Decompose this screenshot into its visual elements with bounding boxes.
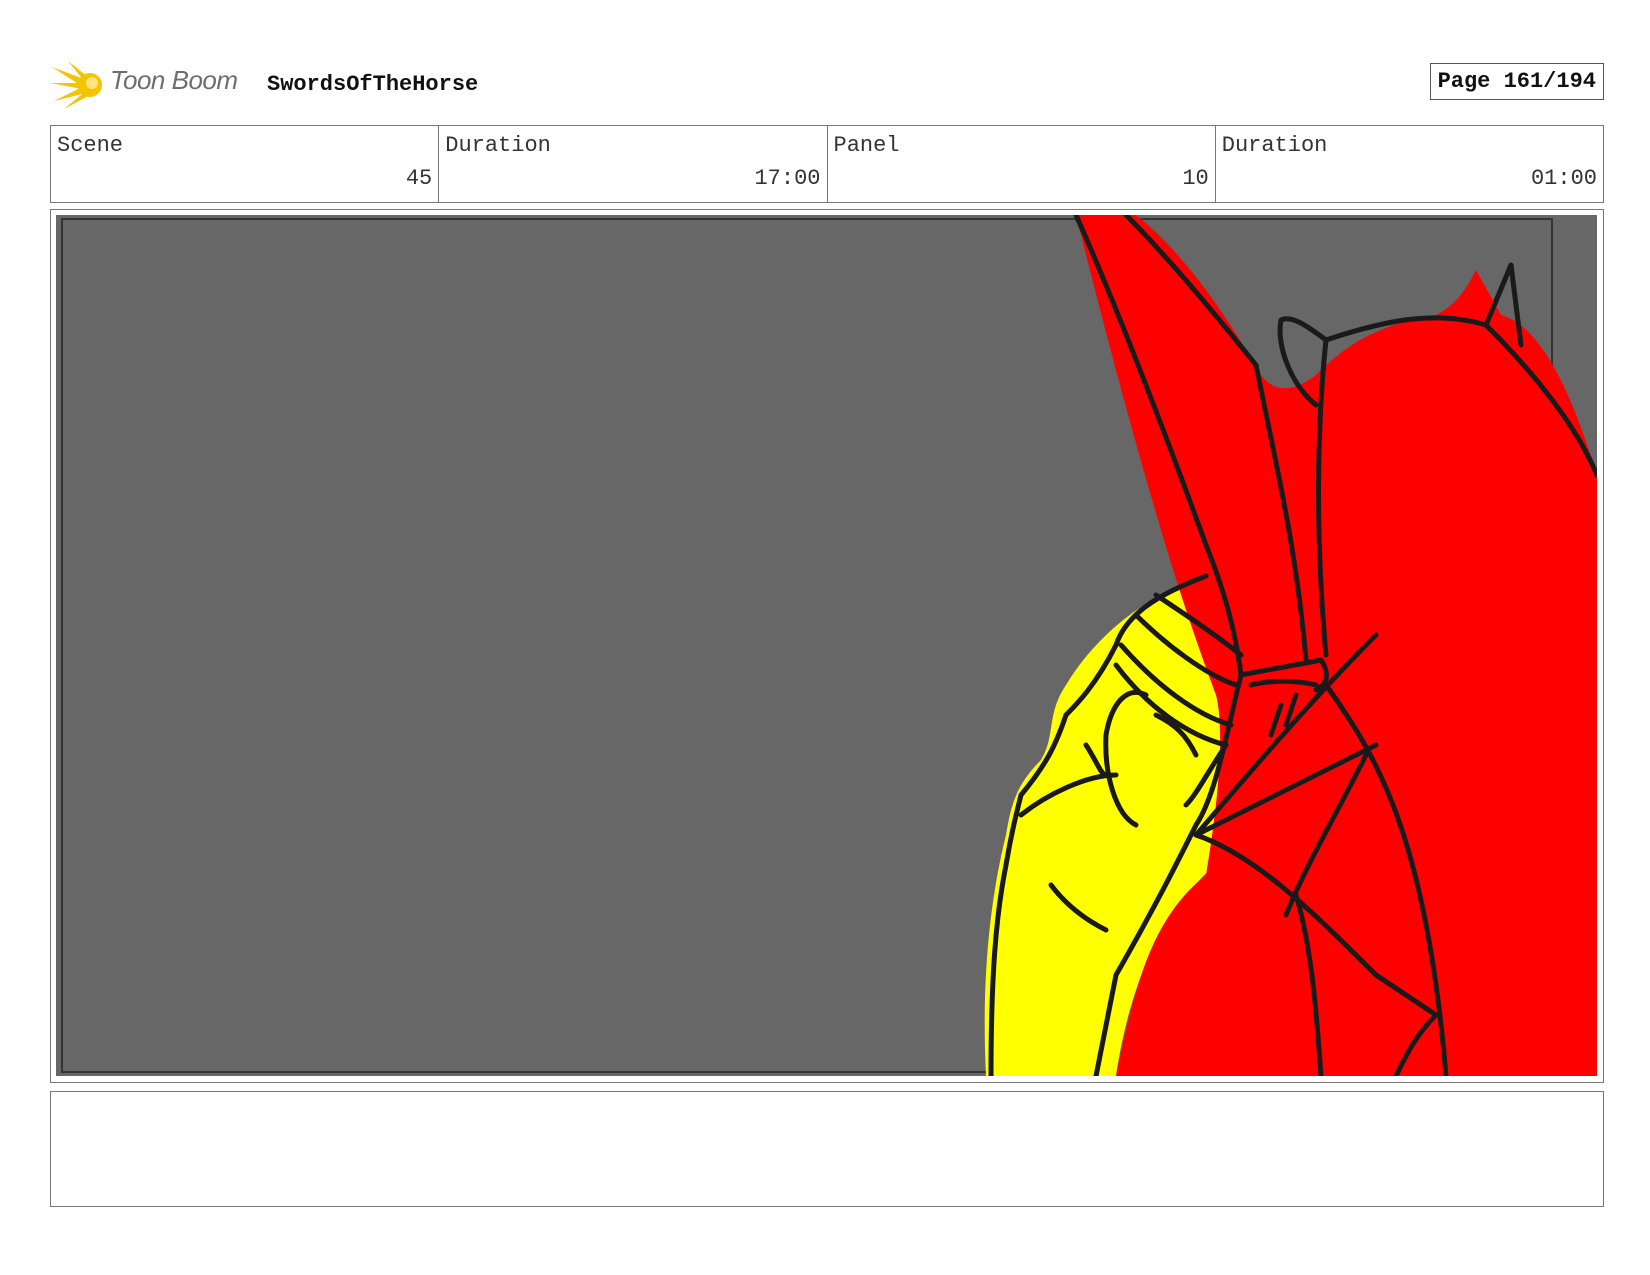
page-indicator: Page 161/194: [1429, 63, 1604, 100]
scene-duration-value: 17:00: [754, 166, 821, 191]
scene-duration-cell: Duration 17:00: [439, 126, 828, 202]
scene-label: Scene: [57, 133, 124, 158]
panel-duration-label: Duration: [1221, 133, 1328, 158]
panel-notes: [50, 1091, 1604, 1207]
project-title: SwordsOfTheHorse: [267, 72, 479, 97]
panel-label: Panel: [833, 133, 900, 158]
panel-cell: Panel 10: [828, 126, 1216, 202]
brand-name: Toon Boom: [110, 65, 238, 95]
panel-artwork: [56, 215, 1597, 1076]
panel-duration-value: 01:00: [1530, 166, 1597, 191]
panel-duration-cell: Duration 01:00: [1216, 126, 1603, 202]
scene-value: 45: [405, 166, 433, 191]
toon-boom-logo-icon: [50, 61, 102, 109]
scene-info-table: Scene 45 Duration 17:00 Panel 10 Duratio…: [50, 125, 1604, 203]
page-header: Toon Boom SwordsOfTheHorse Page 161/194: [50, 55, 1604, 115]
scene-cell: Scene 45: [51, 126, 440, 202]
scene-duration-label: Duration: [445, 133, 551, 158]
storyboard-panel: [50, 209, 1604, 1083]
panel-value: 10: [1182, 166, 1209, 191]
